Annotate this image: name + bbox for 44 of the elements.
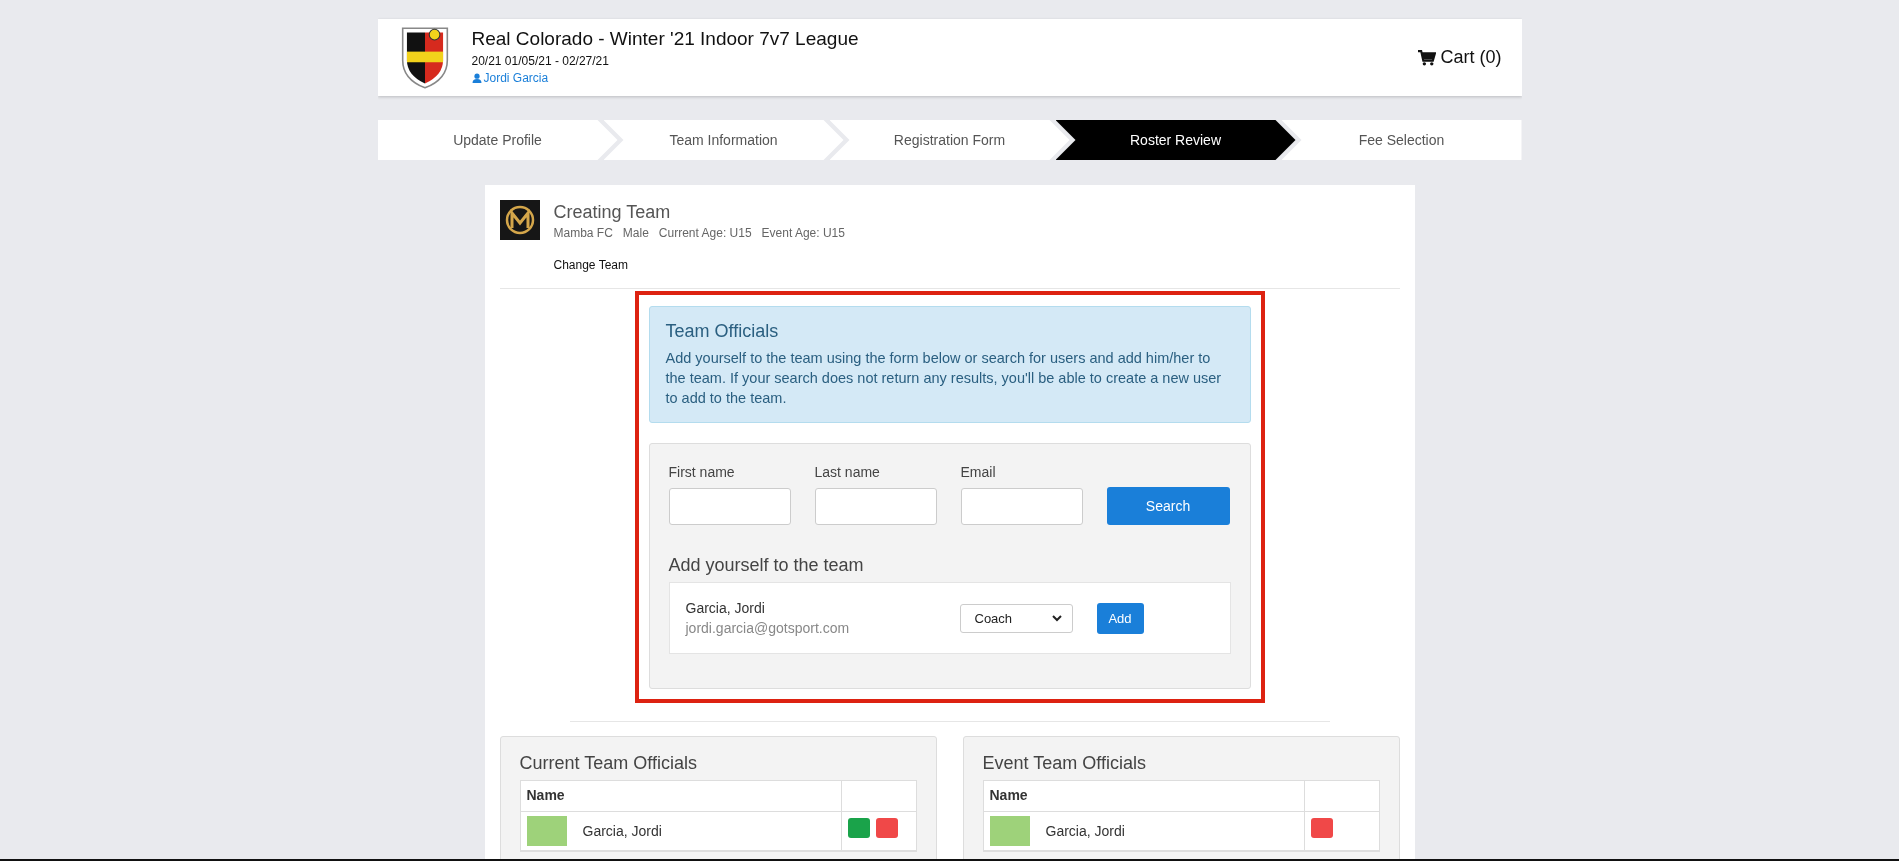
column-header: Name [520, 781, 842, 811]
panel-title: Current Team Officials [519, 753, 698, 774]
team-title: Creating Team [553, 202, 672, 223]
official-name: Garcia, Jordi [582, 823, 662, 839]
add-button[interactable]: Add [1096, 602, 1144, 634]
remove-button[interactable] [875, 818, 898, 838]
step-tab[interactable]: Update Profile [377, 120, 618, 160]
user-email: jordi.garcia@gotsport.com [685, 620, 851, 636]
field-label: First name [668, 464, 736, 480]
event-title: Real Colorado - Winter '21 Indoor 7v7 League [471, 28, 860, 50]
team-logo [499, 200, 540, 240]
input-field[interactable] [960, 488, 1083, 525]
step-tab[interactable]: Roster Review [1055, 120, 1296, 160]
user-name: Garcia, Jordi [685, 600, 766, 616]
photo-placeholder [989, 816, 1030, 846]
search-button[interactable]: Search [1106, 487, 1230, 525]
step-tab[interactable]: Registration Form [829, 120, 1070, 160]
user-icon [471, 73, 482, 83]
change-team-link[interactable]: Change Team [553, 258, 845, 272]
remove-button[interactable] [1310, 818, 1333, 838]
field-label: Last name [814, 464, 881, 480]
add-button[interactable] [847, 818, 870, 838]
alert-title: Team Officials [665, 321, 780, 342]
step-tab[interactable]: Fee Selection [1281, 120, 1522, 160]
team-detail: Male [622, 226, 649, 240]
field-label: Email [960, 464, 997, 480]
team-detail: Mamba FC [553, 226, 613, 240]
user-link[interactable]: Jordi Garcia [471, 71, 549, 85]
input-field[interactable] [668, 488, 791, 525]
column-header: Name [983, 781, 1305, 811]
role-dropdown[interactable]: Coach [959, 603, 1073, 633]
team-detail: Current Age: U15 [658, 226, 752, 240]
event-dates: 20/21 01/05/21 - 02/27/21 [471, 54, 610, 68]
section-heading: Add yourself to the team [668, 555, 865, 576]
alert-text: Add yourself to the team using the form below or search for users and add him/her to the team. If your search does not return any results, you'll be able to create a new user to add to the team. [665, 349, 1223, 408]
caret-icon [1051, 614, 1062, 622]
cart-link[interactable]: Cart (0) [1418, 47, 1502, 68]
input-field[interactable] [814, 488, 937, 525]
cart-icon [1418, 49, 1437, 66]
official-name: Garcia, Jordi [1045, 823, 1125, 839]
photo-placeholder [526, 816, 567, 846]
team-detail: Event Age: U15 [761, 226, 845, 240]
panel-title: Event Team Officials [982, 753, 1147, 774]
step-tab[interactable]: Team Information [603, 120, 844, 160]
